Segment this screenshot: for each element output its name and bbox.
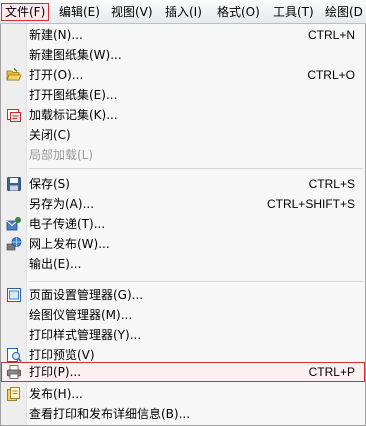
menu-item-page-setup-manager[interactable]: 页面设置管理器(G)...: [1, 285, 365, 305]
menu-item-label: 页面设置管理器(G)...: [29, 288, 144, 302]
menu-item-publish-to-web[interactable]: 网上发布(W)...: [1, 234, 365, 254]
menu-item-plot-style-manager[interactable]: 打印样式管理器(Y)...: [1, 325, 365, 345]
menu-format[interactable]: 格式(O): [214, 3, 263, 21]
menu-item-label: 打印样式管理器(Y)...: [29, 328, 142, 342]
menu-insert[interactable]: 插入(I): [162, 3, 205, 21]
menu-item-label: 绘图仪管理器(M)...: [29, 308, 133, 322]
menu-item-label: 查看打印和发布详细信息(B)...: [29, 407, 191, 421]
menu-item-label: 发布(H)...: [29, 387, 83, 401]
menu-separator: [29, 281, 363, 282]
menu-item-open[interactable]: 打开(O)... CTRL+O: [1, 65, 365, 85]
printer-icon: [6, 364, 22, 380]
menu-item-new-sheet-set[interactable]: 新建图纸集(W)...: [1, 45, 365, 65]
menu-item-label: 打开(O)...: [29, 68, 84, 82]
plot-preview-icon: [6, 347, 22, 363]
menu-item-etransmit[interactable]: 电子传递(T)...: [1, 214, 365, 234]
publish-icon: [6, 386, 22, 402]
menu-file[interactable]: 文件(F): [1, 3, 50, 21]
menu-separator: [29, 168, 363, 169]
menu-item-label: 新建图纸集(W)...: [29, 48, 122, 62]
menu-item-publish[interactable]: 发布(H)...: [1, 384, 365, 404]
menu-item-shortcut: CTRL+O: [307, 68, 355, 82]
menu-item-label: 局部加载(L): [29, 148, 94, 162]
menu-item-load-markup-set[interactable]: 加载标记集(K)...: [1, 105, 365, 125]
menu-item-partial-load: 局部加载(L): [1, 145, 365, 165]
menu-item-label: 另存为(A)...: [29, 197, 95, 211]
menu-item-label: 关闭(C): [29, 128, 71, 142]
etransmit-icon: [6, 216, 22, 232]
menu-item-label: 电子传递(T)...: [29, 217, 106, 231]
menu-item-plot-publish-details[interactable]: 查看打印和发布详细信息(B)...: [1, 404, 365, 424]
menu-item-label: 输出(E)...: [29, 257, 82, 271]
menu-item-label: 打印(P)...: [29, 365, 82, 379]
menu-item-label: 加载标记集(K)...: [29, 108, 118, 122]
menu-draw[interactable]: 绘图(D: [322, 3, 366, 21]
markup-set-icon: [6, 107, 22, 123]
menu-item-new[interactable]: 新建(N)... CTRL+N: [1, 25, 365, 45]
page-setup-icon: [6, 287, 22, 303]
menu-item-label: 新建(N)...: [29, 28, 83, 42]
menu-edit[interactable]: 编辑(E): [56, 3, 103, 21]
globe-icon: [6, 236, 22, 252]
menu-tools[interactable]: 工具(T): [270, 3, 317, 21]
menu-item-label: 网上发布(W)...: [29, 237, 110, 251]
menu-item-shortcut: CTRL+N: [307, 28, 355, 42]
menu-item-close[interactable]: 关闭(C): [1, 125, 365, 145]
file-menu-dropdown: 新建(N)... CTRL+N 新建图纸集(W)... 打开(O)... CTR…: [0, 24, 366, 426]
menu-item-shortcut: CTRL+P: [308, 365, 355, 379]
menu-item-open-sheet-set[interactable]: 打开图纸集(E)...: [1, 85, 365, 105]
folder-open-icon: [6, 67, 22, 83]
menu-item-save-as[interactable]: 另存为(A)... CTRL+SHIFT+S: [1, 194, 365, 214]
menu-item-export[interactable]: 输出(E)...: [1, 254, 365, 274]
menu-item-save[interactable]: 保存(S) CTRL+S: [1, 174, 365, 194]
menu-item-shortcut: CTRL+S: [308, 177, 355, 191]
floppy-disk-icon: [6, 176, 22, 192]
menu-item-shortcut: CTRL+SHIFT+S: [266, 197, 355, 211]
menu-item-label: 打开图纸集(E)...: [29, 88, 118, 102]
menu-item-plotter-manager[interactable]: 绘图仪管理器(M)...: [1, 305, 365, 325]
menu-item-label: 保存(S): [29, 177, 70, 191]
menu-bar: 文件(F) 编辑(E) 视图(V) 插入(I) 格式(O) 工具(T) 绘图(D: [0, 0, 366, 24]
menu-view[interactable]: 视图(V): [108, 3, 156, 21]
menu-item-plot[interactable]: 打印(P)... CTRL+P: [1, 362, 365, 382]
